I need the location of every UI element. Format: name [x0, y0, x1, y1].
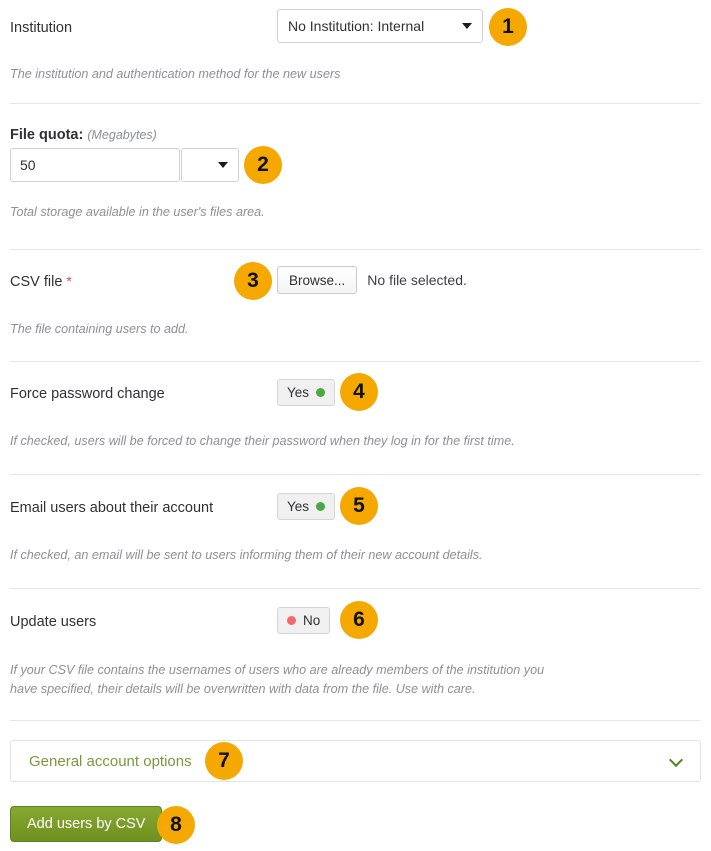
- institution-select[interactable]: No Institution: Internal: [277, 9, 483, 43]
- file-quota-help-text: Total storage available in the user's fi…: [10, 205, 265, 219]
- callout-badge-6: 6: [340, 601, 378, 639]
- add-users-by-csv-form: Institution No Institution: Internal 1 T…: [0, 0, 711, 851]
- email-users-toggle-value: Yes: [287, 499, 310, 514]
- email-users-help-text: If checked, an email will be sent to use…: [10, 548, 483, 562]
- chevron-down-icon: [462, 23, 472, 29]
- status-dot-on-icon: [316, 502, 326, 511]
- required-marker: *: [66, 273, 72, 289]
- general-account-options-label: General account options: [29, 752, 192, 770]
- file-quota-input[interactable]: 50: [10, 148, 180, 182]
- chevron-down-icon: [218, 162, 228, 168]
- force-password-change-toggle[interactable]: Yes: [277, 379, 336, 406]
- file-quota-unit-select[interactable]: [181, 148, 239, 182]
- csv-file-input[interactable]: Browse... No file selected.: [277, 266, 467, 294]
- csv-file-help-text: The file containing users to add.: [10, 322, 189, 336]
- divider-5: [10, 588, 701, 589]
- divider-1: [10, 103, 701, 104]
- file-quota-value: 50: [20, 157, 36, 173]
- update-users-help-text: If your CSV file contains the usernames …: [10, 663, 545, 696]
- divider-3: [10, 361, 701, 362]
- callout-badge-4: 4: [340, 373, 378, 411]
- callout-badge-8: 8: [157, 806, 195, 844]
- csv-file-label: CSV file *: [10, 272, 72, 291]
- chevron-down-icon[interactable]: [670, 754, 684, 768]
- file-quota-unit: (Megabytes): [87, 128, 157, 142]
- file-quota-label: File quota: (Megabytes): [10, 126, 157, 144]
- browse-button[interactable]: Browse...: [277, 266, 358, 294]
- csv-file-label-text: CSV file: [10, 274, 63, 290]
- status-dot-on-icon: [316, 388, 326, 397]
- force-password-change-toggle-value: Yes: [287, 385, 310, 400]
- status-dot-off-icon: [287, 616, 296, 625]
- institution-label: Institution: [10, 20, 73, 36]
- add-users-by-csv-button[interactable]: Add users by CSV: [10, 806, 163, 842]
- update-users-toggle[interactable]: No: [277, 607, 331, 634]
- email-users-toggle[interactable]: Yes: [277, 493, 336, 520]
- institution-help-text: The institution and authentication metho…: [10, 67, 341, 81]
- divider-4: [10, 474, 701, 475]
- update-users-label: Update users: [10, 614, 97, 630]
- csv-file-status: No file selected.: [367, 272, 467, 288]
- update-users-toggle-value: No: [303, 613, 321, 628]
- institution-select-value: No Institution: Internal: [288, 18, 425, 34]
- callout-badge-1: 1: [489, 8, 527, 46]
- divider-6: [10, 720, 701, 721]
- divider-2: [10, 249, 701, 250]
- file-quota-label-text: File quota:: [10, 127, 84, 143]
- force-password-change-label: Force password change: [10, 386, 165, 402]
- callout-badge-5: 5: [340, 487, 378, 525]
- email-users-label: Email users about their account: [10, 500, 214, 516]
- callout-badge-3: 3: [234, 262, 272, 300]
- callout-badge-2: 2: [244, 146, 282, 184]
- general-account-options-panel[interactable]: General account options: [10, 740, 701, 782]
- callout-badge-7: 7: [205, 742, 243, 780]
- force-password-change-help-text: If checked, users will be forced to chan…: [10, 434, 515, 448]
